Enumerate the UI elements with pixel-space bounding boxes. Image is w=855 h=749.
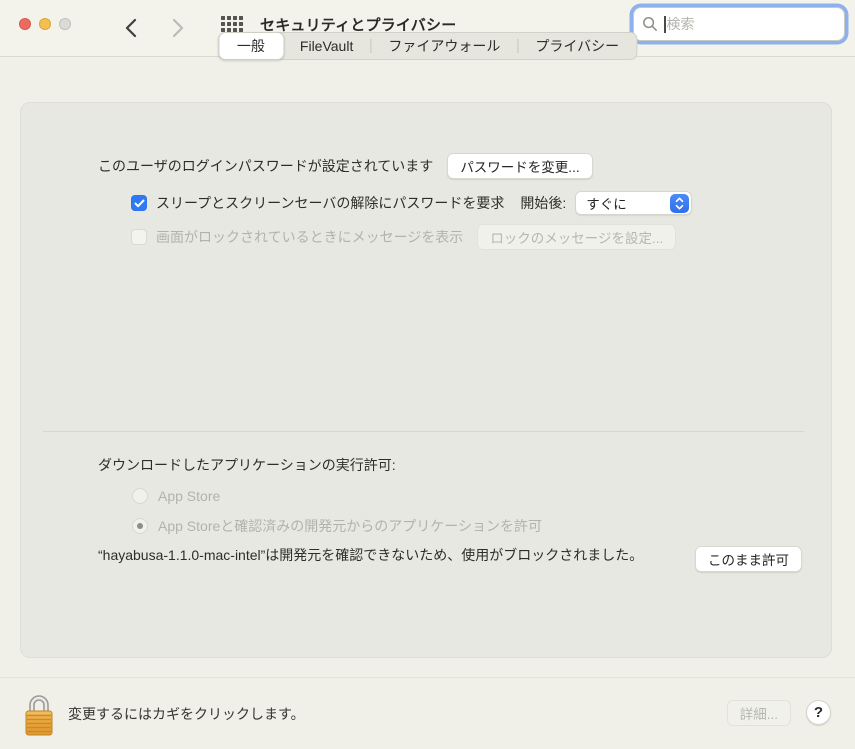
forward-button: [164, 14, 192, 42]
app-store-radio: [132, 488, 148, 504]
search-icon: [642, 16, 658, 32]
lock-message-row: 画面がロックされているときにメッセージを表示 ロックのメッセージを設定...: [131, 224, 676, 250]
advanced-button: 詳細...: [727, 700, 791, 726]
allow-apps-row: ダウンロードしたアプリケーションの実行許可:: [98, 455, 396, 475]
blocked-app-row: “hayabusa-1.1.0-mac-intel”は開発元を確認できないため、…: [98, 544, 682, 566]
lock-message-label: 画面がロックされているときにメッセージを表示: [156, 227, 463, 247]
checkmark-icon: [134, 199, 145, 208]
general-pane: このユーザのログインパスワードが設定されています パスワードを変更... スリー…: [20, 102, 832, 658]
tab-general[interactable]: 一般: [218, 32, 284, 60]
zoom-window-button: [59, 18, 71, 30]
identified-developers-radio: [132, 518, 148, 534]
app-store-radio-label: App Store: [158, 488, 220, 504]
text-cursor: [664, 16, 666, 33]
close-window-button[interactable]: [19, 18, 31, 30]
identified-developers-radio-label: App Storeと確認済みの開発元からのアプリケーションを許可: [158, 516, 542, 536]
chevron-right-icon: [172, 18, 185, 38]
tab-privacy[interactable]: プライバシー: [518, 32, 636, 60]
tab-firewall[interactable]: ファイアウォール: [371, 32, 517, 60]
tab-bar: 一般 FileVault ファイアウォール プライバシー: [218, 32, 637, 60]
delay-select[interactable]: すぐに: [575, 191, 692, 215]
minimize-window-button[interactable]: [39, 18, 51, 30]
allow-anyway-button[interactable]: このまま許可: [695, 546, 802, 572]
login-password-row: このユーザのログインパスワードが設定されています パスワードを変更...: [98, 153, 593, 179]
lock-message-checkbox: [131, 229, 147, 245]
blocked-app-text: “hayabusa-1.1.0-mac-intel”は開発元を確認できないため、…: [98, 544, 682, 566]
delay-label: 開始後:: [520, 193, 566, 213]
tab-filevault[interactable]: FileVault: [283, 32, 370, 60]
traffic-lights: [19, 18, 71, 30]
chevron-left-icon: [124, 18, 137, 38]
back-button[interactable]: [116, 14, 144, 42]
set-lock-message-button: ロックのメッセージを設定...: [477, 224, 676, 250]
require-password-checkbox[interactable]: [131, 195, 147, 211]
lock-icon[interactable]: [22, 690, 56, 743]
require-password-row: スリープとスクリーンセーバの解除にパスワードを要求 開始後: すぐに: [131, 191, 692, 215]
change-password-button[interactable]: パスワードを変更...: [447, 153, 592, 179]
section-divider: [43, 431, 804, 432]
allow-apps-label: ダウンロードしたアプリケーションの実行許可:: [98, 455, 396, 475]
search-input[interactable]: [667, 16, 837, 32]
search-field[interactable]: [633, 7, 845, 41]
identified-developers-radio-row: App Storeと確認済みの開発元からのアプリケーションを許可: [132, 516, 542, 536]
unlock-hint-text: 変更するにはカギをクリックします。: [68, 704, 305, 724]
delay-select-value: すぐに: [586, 193, 670, 213]
require-password-label: スリープとスクリーンセーバの解除にパスワードを要求: [156, 193, 504, 213]
help-button[interactable]: ?: [806, 700, 831, 725]
password-set-text: このユーザのログインパスワードが設定されています: [98, 156, 433, 176]
chevron-up-down-icon: [670, 194, 689, 213]
footer-bar: 変更するにはカギをクリックします。 詳細... ?: [0, 677, 855, 749]
app-store-radio-row: App Store: [132, 488, 220, 504]
show-all-preferences-button[interactable]: [221, 16, 243, 32]
